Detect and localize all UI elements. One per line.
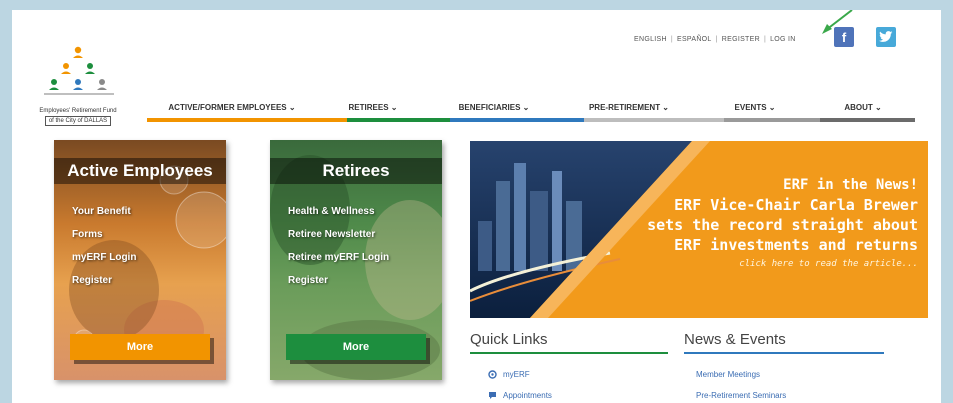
quick-links-title: Quick Links [470,331,548,348]
active-employees-more-button[interactable]: More [70,334,210,360]
quick-link-appointments[interactable]: Appointments [488,391,552,400]
circle-icon [488,370,497,379]
retirees-title: Retirees [270,158,442,184]
speech-bubble-icon [488,391,497,400]
banner-headline: ERF in the News! [783,177,918,193]
health-wellness-link[interactable]: Health & Wellness [288,206,389,217]
divider: | [715,35,718,43]
quick-links-underline [470,352,668,354]
arrow-annotation-icon [822,10,853,34]
page-frame: ENGLISH | ESPAÑOL | REGISTER | LOG IN f … [12,10,941,403]
banner-line-3: sets the record straight about [647,216,918,234]
main-nav: ACTIVE/FORMER EMPLOYEES ⌄ RETIREES ⌄ BEN… [147,96,915,118]
forms-link[interactable]: Forms [72,229,136,240]
nav-color-bar-dark-gray [820,118,915,122]
nav-item-beneficiaries[interactable]: BENEFICIARIES ⌄ [429,103,559,112]
retirees-panel: Retirees Health & Wellness Retiree Newsl… [270,140,442,380]
banner-line-2: ERF Vice-Chair Carla Brewer [674,196,918,214]
banner-line-4: ERF investments and returns [674,236,918,254]
retirees-links: Health & Wellness Retiree Newsletter Ret… [288,206,389,298]
news-item-member-meetings[interactable]: Member Meetings [696,370,760,379]
active-employees-links: Your Benefit Forms myERF Login Register [72,206,136,298]
quick-link-appointments-label: Appointments [503,391,552,400]
logo-text: Employees' Retirement Fund of the City o… [26,107,130,126]
news-events-title: News & Events [684,331,786,348]
nav-color-bar-blue [450,118,584,122]
register-link[interactable]: Register [72,275,136,286]
nav-item-about[interactable]: ABOUT ⌄ [811,103,915,112]
nav-color-bar-green [347,118,450,122]
news-events-underline [684,352,884,354]
language-espanol-link[interactable]: ESPAÑOL [677,36,712,43]
nav-color-bar-orange [147,118,347,122]
utility-links: ENGLISH | ESPAÑOL | REGISTER | LOG IN [634,32,796,46]
news-item-pre-retirement-seminars[interactable]: Pre-Retirement Seminars [696,391,786,400]
logo-line-1: Employees' Retirement Fund [39,108,117,114]
active-employees-panel: Active Employees Your Benefit Forms myER… [54,140,226,380]
divider: | [670,35,673,43]
login-link[interactable]: LOG IN [770,36,796,43]
quick-link-myerf[interactable]: myERF [488,370,530,379]
nav-item-active-former-employees[interactable]: ACTIVE/FORMER EMPLOYEES ⌄ [147,103,317,112]
myerf-login-link[interactable]: myERF Login [72,252,136,263]
nav-color-bar-light-gray [584,118,724,122]
news-banner[interactable]: ERF in the News! ERF Vice-Chair Carla Br… [470,141,928,318]
language-english-link[interactable]: ENGLISH [634,36,667,43]
retiree-myerf-login-link[interactable]: Retiree myERF Login [288,252,389,263]
banner-text: ERF in the News! ERF Vice-Chair Carla Br… [647,175,918,269]
retiree-register-link[interactable]: Register [288,275,389,286]
bird-icon [879,31,893,42]
register-link[interactable]: REGISTER [722,36,760,43]
quick-link-myerf-label: myERF [503,370,530,379]
nav-item-retirees[interactable]: RETIREES ⌄ [317,103,429,112]
nav-item-pre-retirement[interactable]: PRE-RETIREMENT ⌄ [559,103,699,112]
twitter-icon[interactable] [876,27,896,47]
active-employees-title: Active Employees [54,158,226,184]
nav-item-events[interactable]: EVENTS ⌄ [699,103,811,112]
your-benefit-link[interactable]: Your Benefit [72,206,136,217]
nav-color-bar-gray [724,118,820,122]
divider: | [763,35,767,43]
banner-read-article-link[interactable]: click here to read the article... [647,259,918,269]
retiree-newsletter-link[interactable]: Retiree Newsletter [288,229,389,240]
retirees-more-button[interactable]: More [286,334,426,360]
logo-line-2: of the City of DALLAS [44,116,112,126]
